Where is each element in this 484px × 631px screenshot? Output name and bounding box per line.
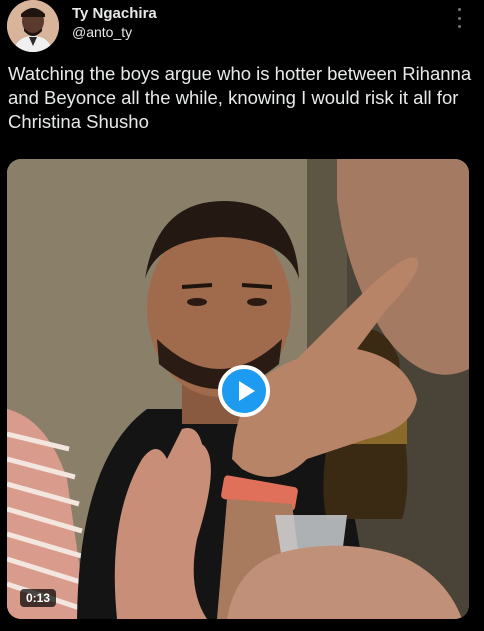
video-player[interactable]: 0:13 xyxy=(7,159,469,619)
tweet: Ty Ngachira @anto_ty Watching the boys a… xyxy=(0,0,484,631)
play-icon xyxy=(238,381,255,401)
author-handle[interactable]: @anto_ty xyxy=(72,24,132,40)
tweet-text: Watching the boys argue who is hotter be… xyxy=(8,63,472,132)
video-duration: 0:13 xyxy=(20,589,57,607)
more-options-icon[interactable] xyxy=(454,8,464,28)
play-button[interactable] xyxy=(218,365,270,417)
avatar[interactable] xyxy=(7,0,59,52)
author-name[interactable]: Ty Ngachira xyxy=(72,5,157,22)
avatar-image xyxy=(7,0,59,52)
